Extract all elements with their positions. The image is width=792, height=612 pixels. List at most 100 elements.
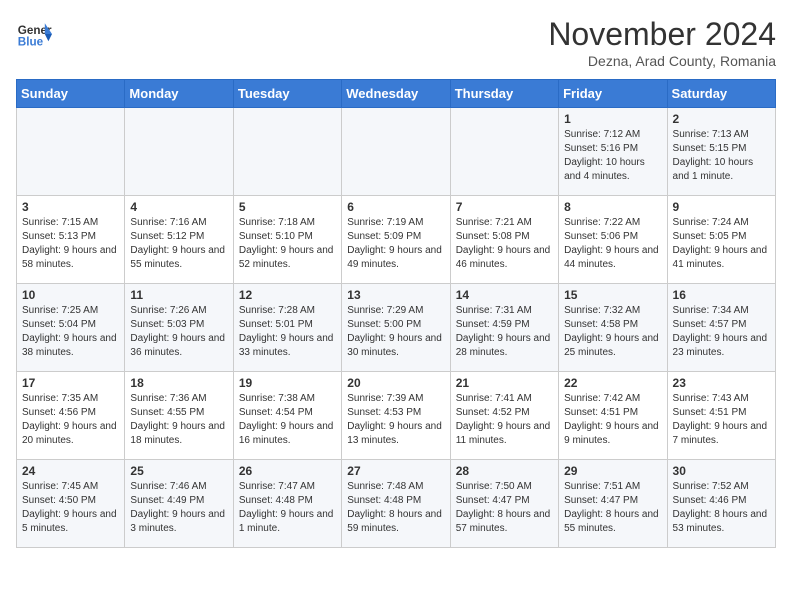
calendar-cell [450, 108, 558, 196]
calendar-cell: 27 Sunrise: 7:48 AM Sunset: 4:48 PM Dayli… [342, 460, 450, 548]
week-row-5: 24 Sunrise: 7:45 AM Sunset: 4:50 PM Dayli… [17, 460, 776, 548]
day-number: 18 [130, 376, 227, 390]
calendar-cell [17, 108, 125, 196]
day-info: Sunrise: 7:46 AM Sunset: 4:49 PM Dayligh… [130, 480, 227, 536]
week-row-4: 17 Sunrise: 7:35 AM Sunset: 4:56 PM Dayli… [17, 372, 776, 460]
day-number: 30 [673, 464, 770, 478]
day-number: 15 [564, 288, 661, 302]
day-number: 16 [673, 288, 770, 302]
day-number: 24 [22, 464, 119, 478]
day-info: Sunrise: 7:21 AM Sunset: 5:08 PM Dayligh… [456, 216, 553, 272]
calendar-cell: 10 Sunrise: 7:25 AM Sunset: 5:04 PM Dayli… [17, 284, 125, 372]
day-info: Sunrise: 7:19 AM Sunset: 5:09 PM Dayligh… [347, 216, 444, 272]
svg-text:Blue: Blue [18, 36, 44, 49]
calendar-cell: 7 Sunrise: 7:21 AM Sunset: 5:08 PM Daylig… [450, 196, 558, 284]
calendar-cell: 25 Sunrise: 7:46 AM Sunset: 4:49 PM Dayli… [125, 460, 233, 548]
calendar-cell: 29 Sunrise: 7:51 AM Sunset: 4:47 PM Dayli… [559, 460, 667, 548]
day-info: Sunrise: 7:24 AM Sunset: 5:05 PM Dayligh… [673, 216, 770, 272]
header: General Blue November 2024 Dezna, Arad C… [16, 16, 776, 69]
day-number: 25 [130, 464, 227, 478]
day-number: 12 [239, 288, 336, 302]
weekday-header-thursday: Thursday [450, 80, 558, 108]
day-number: 7 [456, 200, 553, 214]
calendar-cell: 1 Sunrise: 7:12 AM Sunset: 5:16 PM Daylig… [559, 108, 667, 196]
day-number: 10 [22, 288, 119, 302]
day-info: Sunrise: 7:51 AM Sunset: 4:47 PM Dayligh… [564, 480, 661, 536]
weekday-header-wednesday: Wednesday [342, 80, 450, 108]
day-number: 23 [673, 376, 770, 390]
calendar-cell [342, 108, 450, 196]
calendar-table: SundayMondayTuesdayWednesdayThursdayFrid… [16, 79, 776, 548]
day-number: 1 [564, 112, 661, 126]
day-info: Sunrise: 7:52 AM Sunset: 4:46 PM Dayligh… [673, 480, 770, 536]
day-info: Sunrise: 7:15 AM Sunset: 5:13 PM Dayligh… [22, 216, 119, 272]
day-number: 13 [347, 288, 444, 302]
calendar-cell: 3 Sunrise: 7:15 AM Sunset: 5:13 PM Daylig… [17, 196, 125, 284]
weekday-header-saturday: Saturday [667, 80, 775, 108]
day-number: 28 [456, 464, 553, 478]
calendar-cell [125, 108, 233, 196]
weekday-header-friday: Friday [559, 80, 667, 108]
calendar-cell: 20Sunrise: 7:39 AM Sunset: 4:53 PM Dayli… [342, 372, 450, 460]
calendar-cell: 15 Sunrise: 7:32 AM Sunset: 4:58 PM Dayli… [559, 284, 667, 372]
weekday-header-tuesday: Tuesday [233, 80, 341, 108]
day-info: Sunrise: 7:28 AM Sunset: 5:01 PM Dayligh… [239, 304, 336, 360]
day-info: Sunrise: 7:31 AM Sunset: 4:59 PM Dayligh… [456, 304, 553, 360]
day-info: Sunrise: 7:32 AM Sunset: 4:58 PM Dayligh… [564, 304, 661, 360]
day-info: Sunrise: 7:48 AM Sunset: 4:48 PM Dayligh… [347, 480, 444, 536]
day-number: 19 [239, 376, 336, 390]
day-info: Sunrise: 7:35 AM Sunset: 4:56 PM Dayligh… [22, 392, 119, 448]
day-info: Sunrise: 7:26 AM Sunset: 5:03 PM Dayligh… [130, 304, 227, 360]
day-info: Sunrise: 7:41 AM Sunset: 4:52 PM Dayligh… [456, 392, 553, 448]
day-info: Sunrise: 7:25 AM Sunset: 5:04 PM Dayligh… [22, 304, 119, 360]
week-row-2: 3 Sunrise: 7:15 AM Sunset: 5:13 PM Daylig… [17, 196, 776, 284]
calendar-cell: 22 Sunrise: 7:42 AM Sunset: 4:51 PM Dayli… [559, 372, 667, 460]
day-number: 20 [347, 376, 444, 390]
day-info: Sunrise: 7:13 AM Sunset: 5:15 PM Dayligh… [673, 128, 770, 184]
day-number: 27 [347, 464, 444, 478]
day-number: 3 [22, 200, 119, 214]
logo: General Blue [16, 16, 52, 52]
day-number: 29 [564, 464, 661, 478]
logo-icon: General Blue [16, 16, 52, 52]
day-info: Sunrise: 7:42 AM Sunset: 4:51 PM Dayligh… [564, 392, 661, 448]
day-number: 8 [564, 200, 661, 214]
calendar-cell: 14Sunrise: 7:31 AM Sunset: 4:59 PM Dayli… [450, 284, 558, 372]
week-row-3: 10 Sunrise: 7:25 AM Sunset: 5:04 PM Dayli… [17, 284, 776, 372]
week-row-1: 1 Sunrise: 7:12 AM Sunset: 5:16 PM Daylig… [17, 108, 776, 196]
weekday-header-row: SundayMondayTuesdayWednesdayThursdayFrid… [17, 80, 776, 108]
day-number: 2 [673, 112, 770, 126]
day-number: 5 [239, 200, 336, 214]
day-number: 4 [130, 200, 227, 214]
calendar-cell: 2 Sunrise: 7:13 AM Sunset: 5:15 PM Daylig… [667, 108, 775, 196]
calendar-cell: 26Sunrise: 7:47 AM Sunset: 4:48 PM Dayli… [233, 460, 341, 548]
calendar-cell: 19 Sunrise: 7:38 AM Sunset: 4:54 PM Dayli… [233, 372, 341, 460]
day-number: 9 [673, 200, 770, 214]
day-info: Sunrise: 7:47 AM Sunset: 4:48 PM Dayligh… [239, 480, 336, 536]
calendar-cell: 12 Sunrise: 7:28 AM Sunset: 5:01 PM Dayli… [233, 284, 341, 372]
calendar-cell: 28Sunrise: 7:50 AM Sunset: 4:47 PM Dayli… [450, 460, 558, 548]
calendar-cell: 16 Sunrise: 7:34 AM Sunset: 4:57 PM Dayli… [667, 284, 775, 372]
day-info: Sunrise: 7:29 AM Sunset: 5:00 PM Dayligh… [347, 304, 444, 360]
day-number: 11 [130, 288, 227, 302]
day-number: 21 [456, 376, 553, 390]
weekday-header-sunday: Sunday [17, 80, 125, 108]
day-info: Sunrise: 7:16 AM Sunset: 5:12 PM Dayligh… [130, 216, 227, 272]
day-info: Sunrise: 7:38 AM Sunset: 4:54 PM Dayligh… [239, 392, 336, 448]
day-info: Sunrise: 7:45 AM Sunset: 4:50 PM Dayligh… [22, 480, 119, 536]
calendar-cell: 8Sunrise: 7:22 AM Sunset: 5:06 PM Daylig… [559, 196, 667, 284]
day-info: Sunrise: 7:12 AM Sunset: 5:16 PM Dayligh… [564, 128, 661, 184]
day-info: Sunrise: 7:18 AM Sunset: 5:10 PM Dayligh… [239, 216, 336, 272]
calendar-cell: 6 Sunrise: 7:19 AM Sunset: 5:09 PM Daylig… [342, 196, 450, 284]
calendar-cell: 11 Sunrise: 7:26 AM Sunset: 5:03 PM Dayli… [125, 284, 233, 372]
calendar-cell: 17 Sunrise: 7:35 AM Sunset: 4:56 PM Dayli… [17, 372, 125, 460]
calendar-cell: 4 Sunrise: 7:16 AM Sunset: 5:12 PM Daylig… [125, 196, 233, 284]
day-number: 17 [22, 376, 119, 390]
day-info: Sunrise: 7:34 AM Sunset: 4:57 PM Dayligh… [673, 304, 770, 360]
day-number: 22 [564, 376, 661, 390]
calendar-cell: 30 Sunrise: 7:52 AM Sunset: 4:46 PM Dayli… [667, 460, 775, 548]
day-number: 6 [347, 200, 444, 214]
calendar-cell: 13 Sunrise: 7:29 AM Sunset: 5:00 PM Dayli… [342, 284, 450, 372]
calendar-cell [233, 108, 341, 196]
day-info: Sunrise: 7:36 AM Sunset: 4:55 PM Dayligh… [130, 392, 227, 448]
